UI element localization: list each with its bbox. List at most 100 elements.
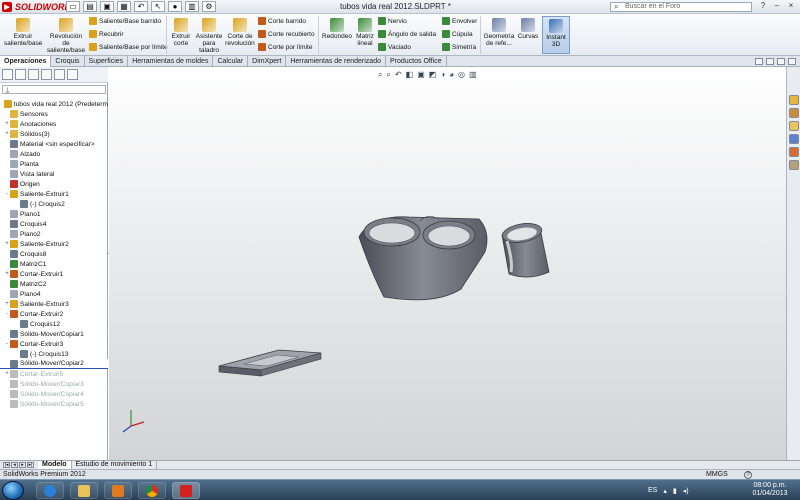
display-style-icon[interactable]: ◩ [429, 70, 437, 80]
angulo-salida-button[interactable]: Ángulo de salida [378, 30, 436, 38]
configuration-manager-icon[interactable] [28, 69, 39, 80]
tree-item[interactable]: Planta [0, 159, 108, 169]
tree-item[interactable]: Origen [0, 179, 108, 189]
tree-item[interactable]: + Cortar-Extruir5 [0, 369, 108, 379]
tab-option-icon[interactable] [766, 58, 774, 65]
tab-superficies[interactable]: Superficies [85, 56, 129, 67]
display-manager-icon[interactable] [54, 69, 65, 80]
help-button[interactable]: ? [758, 1, 768, 10]
options-icon[interactable]: ⚙ [202, 1, 216, 12]
taskbar-solidworks[interactable] [172, 482, 200, 499]
tree-item[interactable]: MatrizC1 [0, 259, 108, 269]
tree-item[interactable]: Croquis4 [0, 219, 108, 229]
solidworks-resources-icon[interactable] [789, 95, 799, 105]
last-tab-icon[interactable]: ▸| [27, 462, 34, 468]
curvas-button[interactable]: Curvas [516, 18, 540, 40]
corte-limite-button[interactable]: Corte por límite [258, 43, 312, 51]
feature-tree-icon[interactable] [2, 69, 13, 80]
hide-show-icon[interactable]: ◑ [440, 70, 445, 80]
tree-item[interactable]: Sólido-Mover/Copiar1 [0, 329, 108, 339]
extruir-corte-button[interactable]: Extruir corte [168, 18, 194, 47]
language-indicator[interactable]: ES [648, 487, 657, 494]
view-orientation-icon[interactable]: ▣ [417, 70, 425, 80]
redondeo-button[interactable]: Redondeo [320, 18, 354, 40]
tab-calcular[interactable]: Calcular [213, 56, 249, 67]
envolver-button[interactable]: Envolver [442, 17, 477, 25]
tree-item[interactable]: - Cortar-Extruir2 [0, 309, 108, 319]
extruir-saliente-button[interactable]: Extruir saliente/base [4, 18, 42, 47]
view-settings-icon[interactable]: ▥ [469, 70, 477, 80]
prev-tab-icon[interactable]: ◂ [11, 462, 18, 468]
tree-item[interactable]: Vista lateral [0, 169, 108, 179]
tube-ring-model[interactable] [501, 221, 550, 278]
corte-recubierto-button[interactable]: Corte recubierto [258, 30, 315, 38]
tab-herramientas-de-moldes[interactable]: Herramientas de moldes [128, 56, 214, 67]
tree-item[interactable]: Plano2 [0, 229, 108, 239]
tree-item[interactable]: + Sólidos(3) [0, 129, 108, 139]
custom-properties-icon[interactable] [789, 160, 799, 170]
taskbar-ie[interactable] [36, 482, 64, 499]
tree-item[interactable]: tubos vida real 2012 (Predeterm [0, 99, 108, 109]
zoom-to-fit-icon[interactable]: ⌕ [378, 70, 382, 80]
select-icon[interactable]: ↖ [151, 1, 165, 12]
print-icon[interactable]: ▦ [117, 1, 131, 12]
tray-expand-icon[interactable]: ▴ [663, 487, 667, 495]
recubrir-button[interactable]: Recubrir [89, 30, 124, 38]
tree-item[interactable]: Plano4 [0, 289, 108, 299]
y-fitting-model[interactable] [358, 216, 488, 301]
saliente-barrido-button[interactable]: Saliente/Base barrido [89, 17, 161, 25]
save-icon[interactable]: ▣ [100, 1, 114, 12]
tree-item[interactable]: Sólido-Mover/Copiar5 [0, 399, 108, 409]
tree-item[interactable]: + Anotaciones [0, 119, 108, 129]
tab-option-icon[interactable] [777, 58, 785, 65]
more-arrow-icon[interactable] [67, 69, 78, 80]
tree-item[interactable]: (-) Croquis13 [0, 349, 108, 359]
taskbar-clock[interactable]: 08:00 p.m. 01/04/2013 [752, 482, 788, 498]
open-icon[interactable]: ▤ [83, 1, 97, 12]
tree-item[interactable]: Sólido-Mover/Copiar2 [0, 359, 108, 369]
vaciado-button[interactable]: Vaciado [378, 43, 411, 51]
minimize-button[interactable]: – [772, 1, 782, 10]
previous-view-icon[interactable]: ↶ [395, 70, 402, 80]
tab-croquis[interactable]: Croquis [51, 56, 85, 67]
tab-dimxpert[interactable]: DimXpert [248, 56, 287, 67]
tree-item[interactable]: Sensores [0, 109, 108, 119]
first-tab-icon[interactable]: |◂ [3, 462, 10, 468]
revolucion-saliente-button[interactable]: Revolución de saliente/base [46, 18, 86, 54]
flat-plate-model[interactable] [218, 349, 322, 377]
scene-icon[interactable]: ◎ [458, 70, 465, 80]
tree-item[interactable]: Alzado [0, 149, 108, 159]
next-tab-icon[interactable]: ▸ [19, 462, 26, 468]
nervio-button[interactable]: Nervio [378, 17, 407, 25]
saliente-limite-button[interactable]: Saliente/Base por límite [89, 43, 168, 51]
tree-item[interactable]: Croquis8 [0, 249, 108, 259]
property-manager-icon[interactable] [15, 69, 26, 80]
matriz-lineal-button[interactable]: Matriz lineal [354, 18, 376, 47]
design-library-icon[interactable] [789, 108, 799, 118]
tree-item[interactable]: + Saliente-Extruir2 [0, 239, 108, 249]
tab-operaciones[interactable]: Operaciones [0, 56, 52, 67]
graphics-area[interactable] [109, 67, 786, 460]
tree-item[interactable]: + Cortar-Extruir1 [0, 269, 108, 279]
rebuild-icon[interactable]: ● [168, 1, 182, 12]
file-explorer-icon[interactable] [789, 121, 799, 131]
tree-item[interactable]: Sólido-Mover/Copiar4 [0, 389, 108, 399]
search-input[interactable]: ⌕ Buscar en el Foro [610, 2, 752, 12]
view-palette-icon[interactable] [789, 134, 799, 144]
tab-option-icon[interactable] [788, 58, 796, 65]
cupula-button[interactable]: Cúpula [442, 30, 473, 38]
file-properties-icon[interactable]: ▥ [185, 1, 199, 12]
dimxpert-manager-icon[interactable] [41, 69, 52, 80]
tree-item[interactable]: Sólido-Mover/Copiar3 [0, 379, 108, 389]
corte-revolucion-button[interactable]: Corte de revolución [224, 18, 256, 47]
zoom-area-icon[interactable]: ⌕ [386, 70, 390, 80]
instant-3d-button[interactable]: Instant 3D [542, 16, 570, 54]
asistente-taladro-button[interactable]: Asistente para taladro [195, 18, 223, 54]
tree-item[interactable]: Plano1 [0, 209, 108, 219]
volume-icon[interactable]: ◂) [683, 487, 689, 495]
tab-option-icon[interactable] [755, 58, 763, 65]
tree-item[interactable]: (-) Croquis2 [0, 199, 108, 209]
new-icon[interactable]: ▭ [66, 1, 80, 12]
tree-item[interactable]: MatrizC2 [0, 279, 108, 289]
close-button[interactable]: × [786, 1, 796, 10]
